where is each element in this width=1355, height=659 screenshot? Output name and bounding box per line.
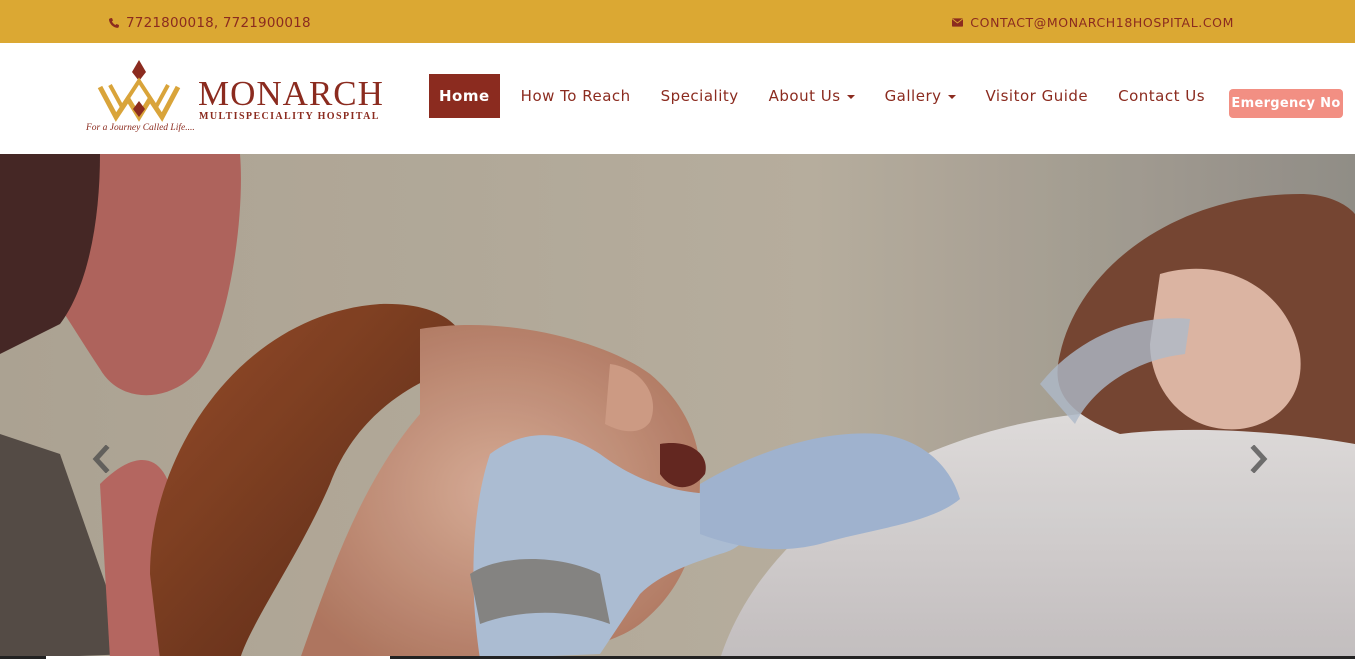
site-header: MONARCH MULTISPECIALITY HOSPITAL For a J… xyxy=(0,43,1355,154)
nav-item-home[interactable]: Home xyxy=(429,74,500,118)
nav-label: Gallery xyxy=(884,87,942,105)
carousel-prev-button[interactable] xyxy=(86,444,116,474)
brand-name: MONARCH xyxy=(198,74,384,113)
main-navigation: Home How To Reach Speciality About Us Ga… xyxy=(429,74,1220,118)
email-address: CONTACT@MONARCH18HOSPITAL.COM xyxy=(970,15,1234,30)
caret-down-icon xyxy=(846,95,855,99)
chevron-right-icon xyxy=(1250,445,1268,473)
nav-item-contact-us[interactable]: Contact Us xyxy=(1103,74,1220,118)
nav-label: About Us xyxy=(768,87,841,105)
nav-label: Home xyxy=(439,87,490,105)
phone-icon xyxy=(108,18,119,28)
crown-logo-icon xyxy=(97,60,181,122)
brand-tagline: For a Journey Called Life.... xyxy=(86,123,195,133)
nav-item-how-to-reach[interactable]: How To Reach xyxy=(506,74,646,118)
nav-label: Speciality xyxy=(660,87,739,105)
phone-contact[interactable]: 7721800018, 7721900018 xyxy=(108,15,311,31)
nav-item-gallery[interactable]: Gallery xyxy=(870,74,971,118)
caret-down-icon xyxy=(947,95,956,99)
brand-subtitle: MULTISPECIALITY HOSPITAL xyxy=(199,111,380,122)
nav-item-speciality[interactable]: Speciality xyxy=(646,74,754,118)
chevron-left-icon xyxy=(92,445,110,473)
nav-label: Contact Us xyxy=(1118,87,1206,105)
nav-item-about-us[interactable]: About Us xyxy=(754,74,870,118)
nav-label: How To Reach xyxy=(520,87,631,105)
site-logo[interactable]: MONARCH MULTISPECIALITY HOSPITAL For a J… xyxy=(86,59,416,139)
phone-numbers: 7721800018, 7721900018 xyxy=(126,15,311,31)
emergency-button[interactable]: Emergency No xyxy=(1229,89,1343,118)
envelope-icon xyxy=(952,18,964,27)
carousel-next-button[interactable] xyxy=(1244,444,1274,474)
email-contact[interactable]: CONTACT@MONARCH18HOSPITAL.COM xyxy=(951,15,1234,30)
dentist-examining-patient-photo xyxy=(0,154,1355,659)
nav-item-visitor-guide[interactable]: Visitor Guide xyxy=(971,74,1104,118)
top-contact-bar: 7721800018, 7721900018 CONTACT@MONARCH18… xyxy=(0,0,1355,43)
nav-label: Visitor Guide xyxy=(985,87,1089,105)
hero-carousel xyxy=(0,154,1355,659)
